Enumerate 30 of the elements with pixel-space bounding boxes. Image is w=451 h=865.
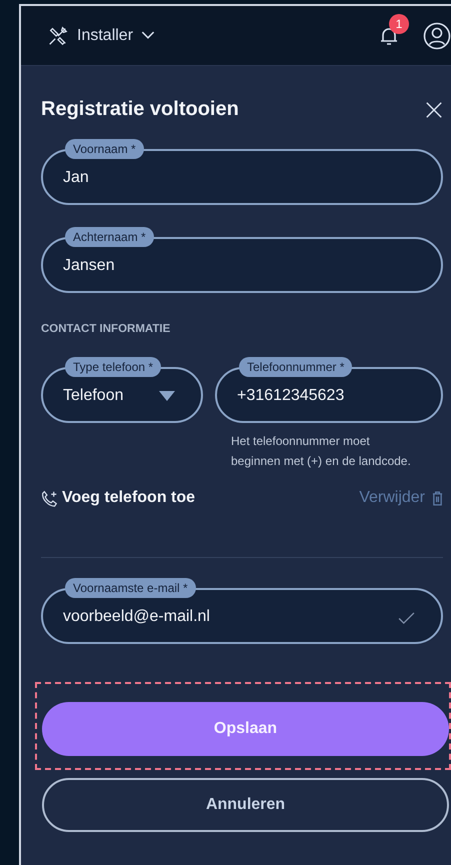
section-heading: CONTACT INFORMATIE xyxy=(41,323,172,335)
field-label: Achternaam * xyxy=(65,227,154,247)
tools-icon xyxy=(47,24,69,46)
add-phone-button[interactable]: Voeg telefoon toe xyxy=(41,489,196,507)
field-label: Voornaamste e-mail * xyxy=(65,578,196,598)
role-selector[interactable]: Installer xyxy=(47,24,156,46)
notifications-button[interactable]: 1 xyxy=(377,14,409,48)
user-icon[interactable] xyxy=(423,22,451,50)
field-label: Type telefoon * xyxy=(65,357,162,377)
field-value: Telefoon xyxy=(63,387,124,405)
helper-text: Het telefoonnummer moet beginnen met (+) en de landcode. xyxy=(231,433,411,470)
field-label: Voornaam * xyxy=(65,139,144,159)
select-field[interactable]: Type telefoon * Telefoon xyxy=(41,357,203,423)
chevron-down-icon xyxy=(141,31,156,40)
input-field[interactable]: Achternaam * Jansen xyxy=(41,227,443,293)
field-value: Jan xyxy=(63,169,89,187)
input-field[interactable]: Voornaam * Jan xyxy=(41,139,443,205)
phone-plus-icon xyxy=(41,490,58,506)
field-label: Telefoonnummer * xyxy=(239,357,352,377)
input-field[interactable]: Telefoonnummer * +31612345623 xyxy=(215,357,443,423)
notification-badge: 1 xyxy=(389,14,409,34)
trash-icon xyxy=(432,490,443,506)
close-icon[interactable] xyxy=(425,100,443,118)
input-field[interactable]: Voornaamste e-mail * voorbeeld@e-mail.nl xyxy=(41,578,443,644)
dropdown-icon xyxy=(159,391,175,401)
field-value: voorbeeld@e-mail.nl xyxy=(63,608,210,626)
field-value: Jansen xyxy=(63,257,115,275)
dialog-title: Registratie voltooien xyxy=(41,98,239,121)
cancel-button[interactable]: Annuleren xyxy=(42,778,449,832)
field-value: +31612345623 xyxy=(237,387,344,405)
